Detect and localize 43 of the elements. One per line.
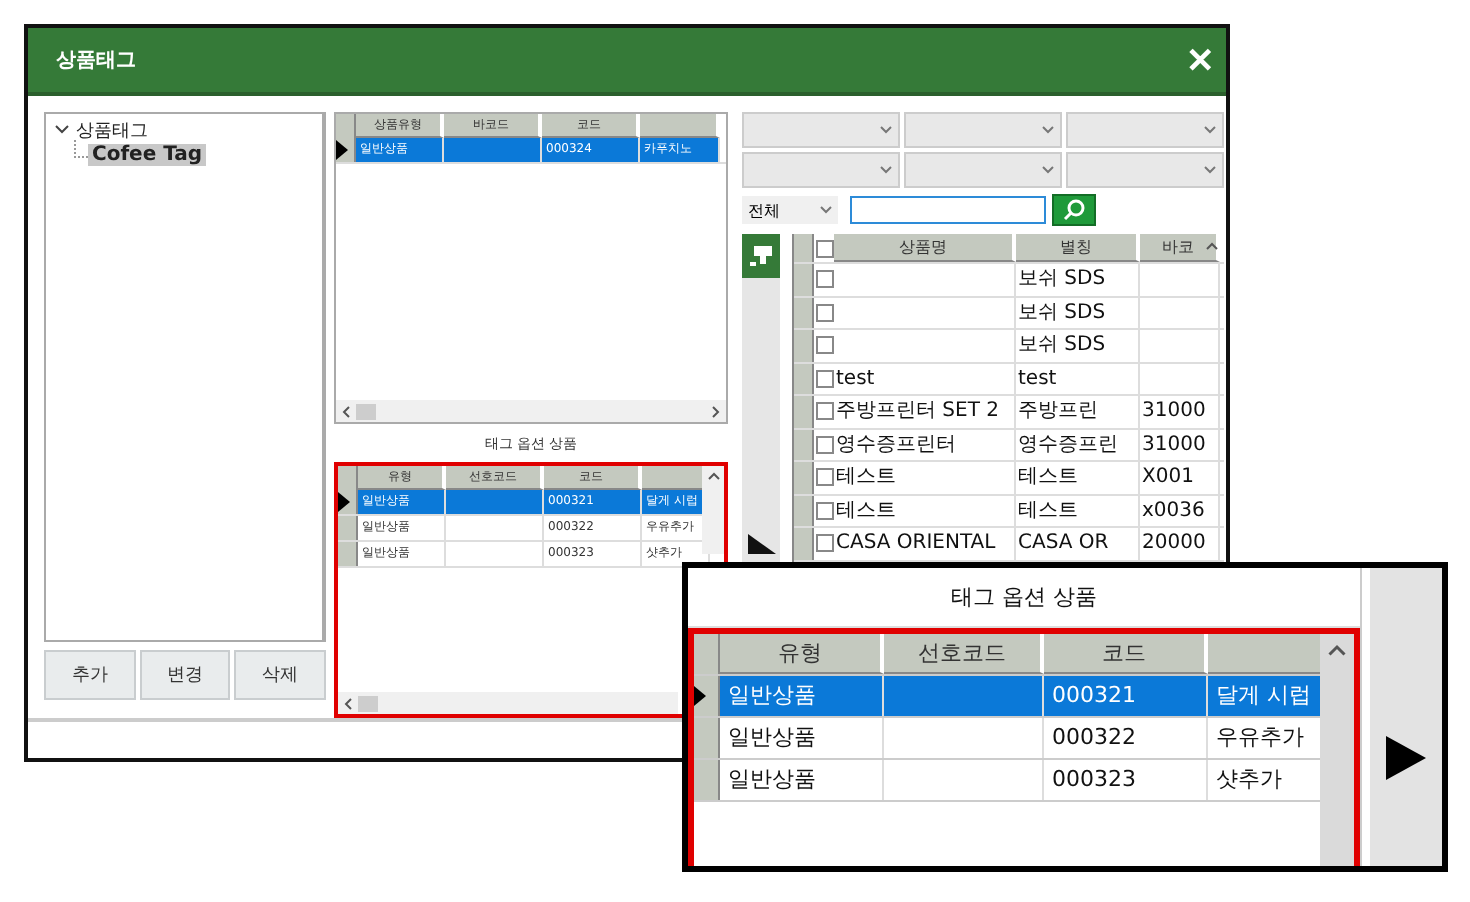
table-cell: 000323 <box>1052 766 1136 792</box>
table-cell: test <box>1018 367 1057 389</box>
table-cell: 보쉬 SDS <box>1018 301 1106 323</box>
table-cell: test <box>836 367 875 389</box>
window-title: 상품태그 <box>56 48 136 74</box>
action-button[interactable]: 변경 <box>139 650 231 700</box>
table-cell: CASA OR <box>1018 532 1109 554</box>
table-cell: 테스트 <box>836 499 896 521</box>
table-cell: 테스트 <box>1018 466 1078 488</box>
table-cell: 우유추가 <box>1216 724 1304 750</box>
action-button[interactable]: 삭제 <box>234 650 327 700</box>
table-cell: 일반상품 <box>728 682 816 708</box>
column-header[interactable]: 코드 <box>1044 634 1208 674</box>
table-cell: 테스트 <box>1018 499 1078 521</box>
table-cell: 주방프린터 SET 2 <box>836 400 999 422</box>
action-button[interactable]: 추가 <box>44 650 136 700</box>
table-cell: 주방프린 <box>1018 400 1098 422</box>
table-cell: 샷추가 <box>1216 766 1282 792</box>
table-cell: 영수증프린터 <box>836 433 956 455</box>
table-cell: 000321 <box>1052 682 1136 708</box>
table-cell: X001 <box>1142 466 1194 488</box>
column-header[interactable]: 별칭 <box>1016 234 1140 262</box>
table-cell: x0036 <box>1142 499 1205 521</box>
table-cell: 보쉬 SDS <box>1018 268 1106 290</box>
table-cell: CASA ORIENTAL <box>836 532 996 554</box>
category-dropdown[interactable]: 전체 <box>742 196 838 224</box>
table-cell: 보쉬 SDS <box>1018 334 1106 356</box>
column-header[interactable]: 유형 <box>720 634 884 674</box>
column-header[interactable]: 선호코드 <box>884 634 1044 674</box>
close-button[interactable]: ✕ <box>1186 43 1214 77</box>
table-cell: 영수증프린 <box>1018 433 1118 455</box>
table-cell: 달게 시럽 <box>1216 682 1311 708</box>
table-cell: 일반상품 <box>728 766 816 792</box>
table-cell: 31000 <box>1142 400 1206 422</box>
table-cell: 31000 <box>1142 433 1206 455</box>
table-cell: 000322 <box>1052 724 1136 750</box>
table-cell: 20000 <box>1142 532 1206 554</box>
table-cell: 테스트 <box>836 466 896 488</box>
tree-item[interactable]: Cofee Tag <box>88 144 207 166</box>
table-cell: 일반상품 <box>728 724 816 750</box>
column-header[interactable]: 바코 <box>1140 234 1220 262</box>
tree-item[interactable]: 상품태그 <box>76 118 148 144</box>
column-header[interactable]: 상품명 <box>834 234 1016 262</box>
